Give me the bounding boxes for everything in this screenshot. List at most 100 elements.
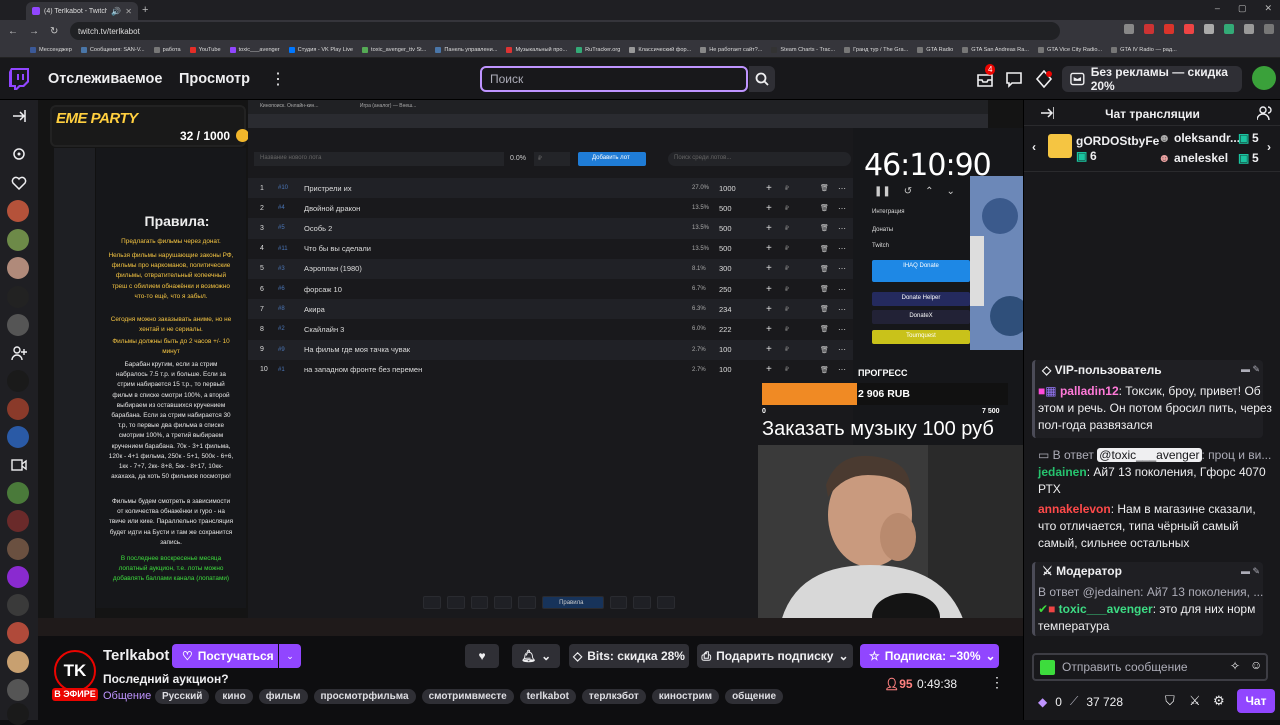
lot-amount[interactable]: 300 bbox=[719, 264, 732, 273]
bookmark-item[interactable]: Steam Charts - Trac... bbox=[771, 46, 835, 53]
add-amount-icon[interactable]: + bbox=[766, 263, 772, 274]
lot-menu-icon[interactable]: ⋯ bbox=[838, 204, 846, 213]
more-options-icon[interactable]: ⋮ bbox=[990, 674, 1004, 691]
extension-icon[interactable] bbox=[1184, 24, 1194, 34]
stream-tag[interactable]: терлкэбот bbox=[581, 689, 646, 704]
lot-amount[interactable]: 500 bbox=[719, 224, 732, 233]
stream-tag[interactable]: кино bbox=[215, 689, 253, 704]
amount-input[interactable]: ₽ bbox=[534, 152, 570, 166]
lot-amount[interactable]: 250 bbox=[719, 285, 732, 294]
gift-sub-button[interactable]: ⎙ Подарить подписку ⌄ bbox=[697, 644, 853, 668]
currency-icon[interactable]: ₽ bbox=[785, 185, 789, 192]
channel-points-icon[interactable]: ⟋ bbox=[1070, 694, 1078, 709]
delete-icon[interactable]: 🗑︎ bbox=[820, 285, 829, 293]
new-tab-button[interactable]: + bbox=[142, 4, 148, 16]
bookmark-item[interactable]: Сообщения: SAN-V... bbox=[80, 46, 145, 53]
pause-icon[interactable]: ❚❚ bbox=[874, 186, 891, 197]
lot-amount[interactable]: 500 bbox=[719, 204, 732, 213]
whispers-icon[interactable] bbox=[1005, 70, 1023, 88]
delete-icon[interactable]: 🗑︎ bbox=[820, 245, 829, 253]
toolbar-icon[interactable] bbox=[518, 596, 537, 609]
lot-row[interactable]: 1 #10 Пристрели их 27.0% 1000 + ₽ 🗑︎ ⋯ bbox=[248, 178, 853, 199]
nav-browse[interactable]: Просмотр bbox=[179, 71, 250, 87]
user-avatar[interactable] bbox=[1252, 66, 1276, 90]
chat-send-button[interactable]: Чат bbox=[1237, 689, 1275, 713]
add-amount-icon[interactable]: + bbox=[766, 203, 772, 214]
maximize-icon[interactable]: ▢ bbox=[1238, 3, 1247, 14]
extension-icon[interactable] bbox=[1164, 24, 1174, 34]
extension-icon[interactable] bbox=[1224, 24, 1234, 34]
followed-channel-avatar[interactable] bbox=[7, 482, 29, 504]
followed-channel-avatar[interactable] bbox=[7, 426, 29, 448]
channel-name[interactable]: Terlkabot bbox=[103, 647, 169, 664]
bookmark-item[interactable]: Панель управлени... bbox=[435, 46, 497, 53]
stream-tag[interactable]: фильм bbox=[258, 689, 308, 704]
stream-tag[interactable]: terlkabot bbox=[519, 689, 576, 704]
add-amount-icon[interactable]: + bbox=[766, 183, 772, 194]
bookmark-item[interactable]: работа bbox=[153, 46, 181, 53]
lot-menu-icon[interactable]: ⋯ bbox=[838, 244, 846, 253]
url-field[interactable]: twitch.tv/terlkabot bbox=[70, 22, 1060, 40]
toolbar-icon[interactable] bbox=[470, 596, 489, 609]
search-lots-input[interactable]: Поиск среди лотов... bbox=[668, 152, 851, 166]
chat-username[interactable]: palladin12 bbox=[1060, 384, 1119, 398]
bookmark-item[interactable]: Музыкальный про... bbox=[506, 46, 567, 53]
donation-service-button[interactable]: IHAQ Donate bbox=[872, 260, 970, 282]
lot-row[interactable]: 9 #9 На фильм где моя тачка чувак 2.7% 100 + ₽… bbox=[248, 339, 853, 360]
lot-menu-icon[interactable]: ⋯ bbox=[838, 264, 846, 273]
delete-icon[interactable]: 🗑︎ bbox=[820, 224, 829, 232]
bits-icon[interactable]: ◆ bbox=[1038, 695, 1047, 709]
lot-amount[interactable]: 500 bbox=[719, 244, 732, 253]
sword-icon[interactable]: ⚔ bbox=[1189, 693, 1201, 709]
bookmark-item[interactable]: RuTracker.org bbox=[576, 46, 620, 53]
add-friend-icon[interactable] bbox=[9, 343, 29, 363]
followed-channel-avatar[interactable] bbox=[7, 538, 29, 560]
toolbar-icon[interactable] bbox=[657, 596, 675, 609]
lot-row[interactable]: 10 #1 на западном фронте без перемен 2.7% 10… bbox=[248, 360, 853, 380]
delete-icon[interactable]: 🗑︎ bbox=[820, 184, 829, 192]
emote-icon[interactable]: ☺ bbox=[1250, 658, 1262, 672]
followed-channel-avatar[interactable] bbox=[7, 229, 29, 251]
lot-row[interactable]: 4 #11 Что бы вы сделали 13.5% 500 + ₽ 🗑︎ ⋯ bbox=[248, 239, 853, 259]
donate-icon[interactable] bbox=[446, 596, 465, 609]
close-tab-icon[interactable]: ✕ bbox=[125, 7, 132, 16]
bookmark-item[interactable]: toxic___avenger bbox=[229, 46, 280, 53]
adfree-button[interactable]: Без рекламы — скидка 20% bbox=[1062, 65, 1242, 93]
puzzle-icon[interactable] bbox=[1244, 24, 1254, 34]
add-amount-icon[interactable]: + bbox=[766, 364, 772, 375]
forward-icon[interactable]: → bbox=[29, 26, 39, 37]
lot-amount[interactable]: 1000 bbox=[719, 184, 736, 193]
donation-service-button[interactable]: Donate Helper bbox=[872, 292, 970, 306]
followed-channel-avatar[interactable] bbox=[7, 286, 29, 308]
currency-icon[interactable]: ₽ bbox=[785, 346, 789, 353]
reset-icon[interactable]: ↺ bbox=[904, 186, 912, 197]
extension-icon[interactable] bbox=[1204, 24, 1214, 34]
follow-button[interactable]: ♡ Постучаться bbox=[172, 644, 278, 668]
currency-icon[interactable]: ₽ bbox=[785, 306, 789, 313]
shield-icon[interactable]: ⛉ bbox=[1165, 693, 1175, 709]
heart-icon[interactable] bbox=[9, 173, 29, 193]
lot-row[interactable]: 6 #6 форсаж 10 6.7% 250 + ₽ 🗑︎ ⋯ bbox=[248, 279, 853, 299]
bookmark-item[interactable]: Классический фор... bbox=[629, 46, 691, 53]
chat-username[interactable]: toxic___avenger bbox=[1059, 602, 1153, 616]
currency-icon[interactable]: ₽ bbox=[785, 265, 789, 272]
toolbar-icon[interactable] bbox=[633, 596, 652, 609]
currency-icon[interactable]: ₽ bbox=[785, 205, 789, 212]
reload-icon[interactable]: ↻ bbox=[50, 26, 58, 37]
followed-channel-avatar[interactable] bbox=[7, 370, 29, 392]
lot-menu-icon[interactable]: ⋯ bbox=[838, 285, 846, 294]
video-icon[interactable] bbox=[9, 455, 29, 475]
add-amount-icon[interactable]: + bbox=[766, 243, 772, 254]
speaker-icon[interactable]: 🔊 bbox=[111, 7, 121, 16]
up-icon[interactable]: ⌃ bbox=[925, 186, 933, 197]
currency-icon[interactable]: ₽ bbox=[785, 286, 789, 293]
delete-icon[interactable]: 🗑︎ bbox=[820, 366, 829, 374]
followed-channel-avatar[interactable] bbox=[7, 622, 29, 644]
delete-icon[interactable]: 🗑︎ bbox=[820, 305, 829, 313]
lot-row[interactable]: 3 #5 Особь 2 13.5% 500 + ₽ 🗑︎ ⋯ bbox=[248, 218, 853, 239]
close-window-icon[interactable]: ✕ bbox=[1264, 3, 1272, 14]
delete-icon[interactable]: 🗑︎ bbox=[820, 325, 829, 333]
lot-menu-icon[interactable]: ⋯ bbox=[838, 305, 846, 314]
bookmark-item[interactable]: Студия - VK Play Live bbox=[288, 46, 353, 53]
toolbar-icon[interactable] bbox=[494, 596, 513, 609]
